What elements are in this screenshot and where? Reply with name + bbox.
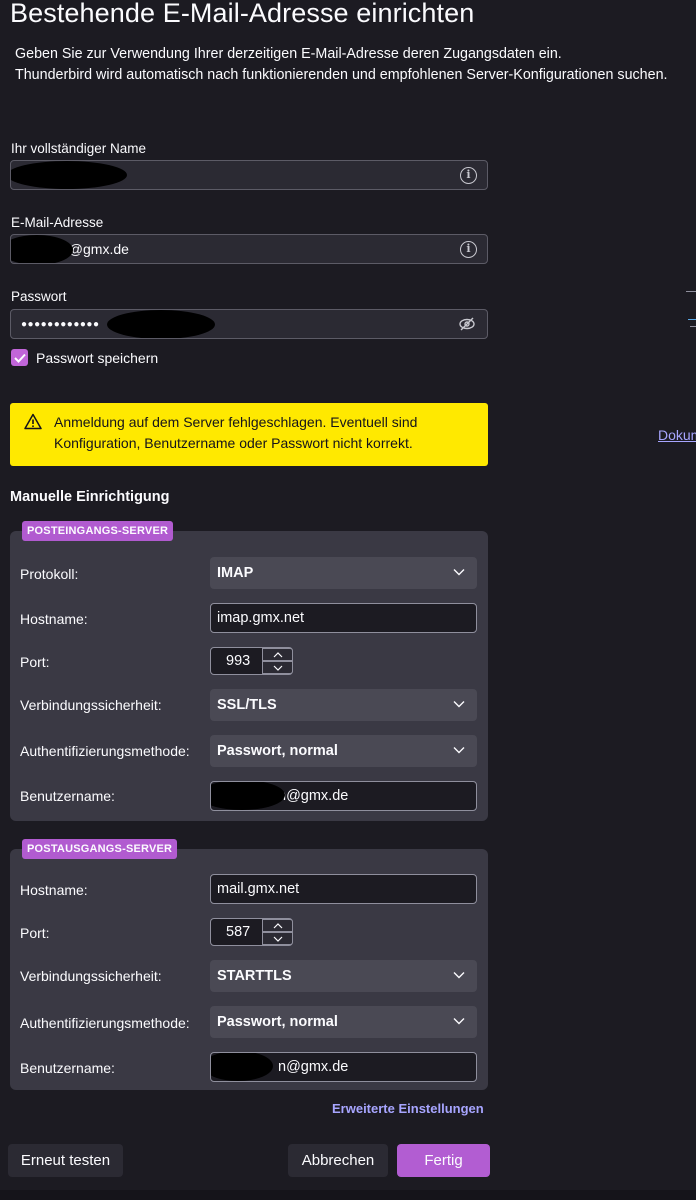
footer-strip <box>0 1190 696 1200</box>
eye-slash-icon[interactable] <box>459 317 475 331</box>
outgoing-hostname-value: mail.gmx.net <box>217 881 300 897</box>
redaction <box>107 310 215 338</box>
incoming-security-select[interactable]: SSL/TLS <box>210 689 477 721</box>
chevron-down-icon <box>453 1018 465 1025</box>
port-decrement-button[interactable] <box>262 661 293 674</box>
protocol-select[interactable]: IMAP <box>210 557 477 589</box>
manual-setup-title: Manuelle Einrichtigung <box>10 489 170 505</box>
incoming-auth-value: Passwort, normal <box>217 743 338 759</box>
incoming-port-input[interactable]: 993 <box>210 647 293 675</box>
remember-password-checkbox[interactable] <box>11 349 28 366</box>
outgoing-username-value: n@gmx.de <box>278 1059 349 1075</box>
warning-message: Anmeldung auf dem Server fehlgeschlagen.… <box>54 412 417 454</box>
incoming-hostname-label: Hostname: <box>20 611 88 627</box>
outgoing-username-label: Benutzername: <box>20 1060 115 1076</box>
chevron-down-icon <box>453 747 465 754</box>
remember-password-label[interactable]: Passwort speichern <box>36 350 158 366</box>
incoming-username-value: n@gmx.de <box>278 788 349 804</box>
incoming-auth-select[interactable]: Passwort, normal <box>210 735 477 767</box>
chevron-down-icon <box>273 936 282 942</box>
advanced-settings-link[interactable]: Erweiterte Einstellungen <box>332 1101 484 1116</box>
outgoing-security-select[interactable]: STARTTLS <box>210 960 477 992</box>
cancel-button[interactable]: Abbrechen <box>288 1144 388 1177</box>
outgoing-port-input[interactable]: 587 <box>210 918 293 946</box>
chevron-down-icon <box>453 701 465 708</box>
outgoing-username-input[interactable]: n@gmx.de <box>210 1052 477 1082</box>
chevron-up-icon <box>273 922 282 928</box>
info-icon[interactable]: i <box>460 241 477 258</box>
incoming-hostname-value: imap.gmx.net <box>217 610 305 626</box>
incoming-hostname-input[interactable]: imap.gmx.net <box>210 603 477 633</box>
incoming-port-label: Port: <box>20 654 50 670</box>
redaction <box>211 782 285 810</box>
outgoing-port-value: 587 <box>226 924 251 940</box>
warning-banner: Anmeldung auf dem Server fehlgeschlagen.… <box>10 403 488 466</box>
outgoing-server-badge: POSTAUSGANGS-SERVER <box>22 839 178 859</box>
email-label: E-Mail-Adresse <box>11 215 104 230</box>
incoming-auth-label: Authentifizierungsmethode: <box>20 743 190 759</box>
email-input[interactable]: n@gmx.de i <box>10 234 488 264</box>
side-divider <box>686 291 696 292</box>
chevron-down-icon <box>453 972 465 979</box>
side-divider <box>688 319 696 320</box>
chevron-up-icon <box>273 651 282 657</box>
retest-button[interactable]: Erneut testen <box>8 1144 123 1177</box>
incoming-username-input[interactable]: n@gmx.de <box>210 781 477 811</box>
incoming-security-value: SSL/TLS <box>217 697 277 713</box>
outgoing-hostname-input[interactable]: mail.gmx.net <box>210 874 477 904</box>
name-label: Ihr vollständiger Name <box>11 141 147 156</box>
documentation-link[interactable]: Dokum <box>658 427 696 443</box>
incoming-server-badge: POSTEINGANGS-SERVER <box>22 521 174 541</box>
warning-line-1: Anmeldung auf dem Server fehlgeschlagen.… <box>54 414 418 430</box>
checkmark-icon <box>13 353 26 363</box>
side-divider <box>690 326 696 327</box>
redaction <box>11 161 127 189</box>
password-label: Passwort <box>11 289 67 304</box>
outgoing-security-label: Verbindungssicherheit: <box>20 968 162 984</box>
port-increment-button[interactable] <box>262 648 293 661</box>
protocol-value: IMAP <box>217 565 254 581</box>
done-button[interactable]: Fertig <box>397 1144 490 1177</box>
port-decrement-button[interactable] <box>262 932 293 945</box>
description-line-2: Thunderbird wird automatisch nach funkti… <box>15 67 668 83</box>
warning-line-2: Konfiguration, Benutzername oder Passwor… <box>54 435 413 451</box>
outgoing-auth-select[interactable]: Passwort, normal <box>210 1006 477 1038</box>
protocol-label: Protokoll: <box>20 566 79 582</box>
outgoing-security-value: STARTTLS <box>217 968 292 984</box>
info-icon[interactable]: i <box>460 167 477 184</box>
outgoing-auth-label: Authentifizierungsmethode: <box>20 1015 190 1031</box>
incoming-security-label: Verbindungssicherheit: <box>20 697 162 713</box>
password-input[interactable]: ●●●●●●●●●●●● <box>10 309 488 339</box>
incoming-port-value: 993 <box>226 653 251 669</box>
redaction <box>211 1053 273 1081</box>
redaction <box>11 235 73 263</box>
outgoing-auth-value: Passwort, normal <box>217 1014 338 1030</box>
name-input[interactable]: i <box>10 160 488 190</box>
page-description: Geben Sie zur Verwendung Ihrer derzeitig… <box>15 44 668 86</box>
chevron-down-icon <box>453 569 465 576</box>
port-increment-button[interactable] <box>262 919 293 932</box>
outgoing-hostname-label: Hostname: <box>20 882 88 898</box>
description-line-1: Geben Sie zur Verwendung Ihrer derzeitig… <box>15 46 562 62</box>
page-title: Bestehende E-Mail-Adresse einrichten <box>10 0 475 28</box>
warning-icon <box>24 413 42 430</box>
chevron-down-icon <box>273 665 282 671</box>
incoming-username-label: Benutzername: <box>20 788 115 804</box>
outgoing-port-label: Port: <box>20 925 50 941</box>
password-value: ●●●●●●●●●●●● <box>21 318 100 330</box>
